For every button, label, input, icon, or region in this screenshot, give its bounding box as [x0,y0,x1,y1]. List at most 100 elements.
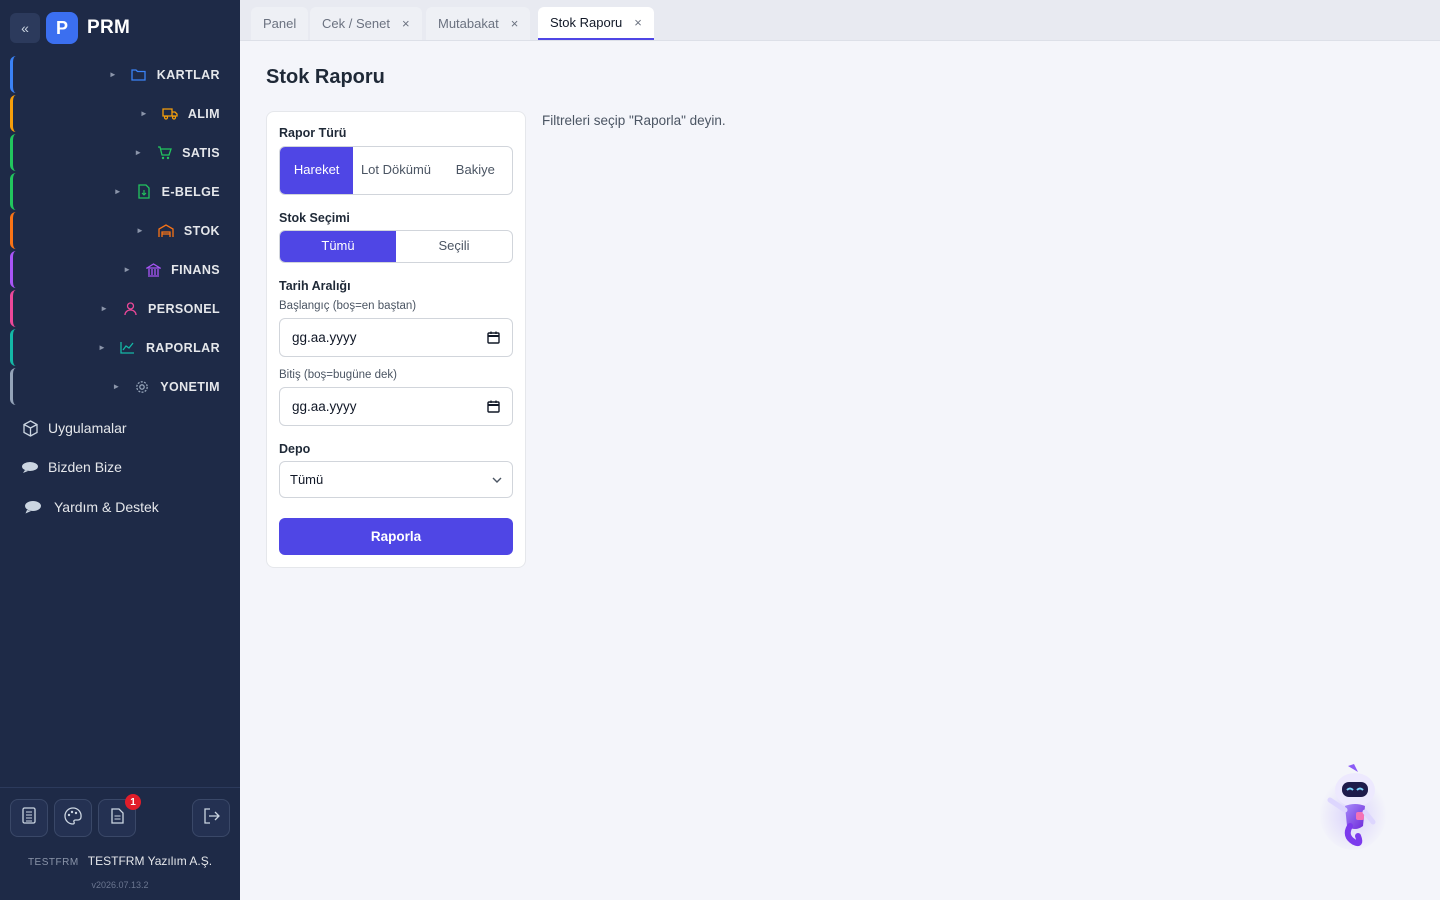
tab-cek-senet[interactable]: Cek / Senet × [310,7,422,40]
nav-label: KARTLAR [156,67,220,82]
app-name: PRM [87,17,131,38]
caret-right-icon: ► [112,382,121,391]
report-type-bakiye[interactable]: Bakiye [439,147,512,194]
stock-selection-tumu[interactable]: Tümü [280,231,396,262]
nav-item-bizden-bize[interactable]: Bizden Bize [20,457,230,477]
report-type-label: Rapor Türü [279,126,347,140]
stock-selection-segmented: Tümü Seçili [279,230,513,263]
caret-right-icon: ► [113,187,122,196]
tab-bar: Panel Cek / Senet × Mutabakat × Stok Rap… [240,0,1440,41]
cart-icon [156,145,172,161]
company-info: TESTFRM TESTFRM Yazılım A.Ş. [0,854,240,868]
sidebar-footer: 1 TESTFRM TESTFRM Yazılım A.Ş. v2026.07.… [0,787,240,890]
tab-label: Stok Raporu [550,15,623,30]
caret-right-icon: ► [100,304,109,313]
company-code: TESTFRM [27,857,79,868]
close-icon[interactable]: × [634,15,642,30]
nav-item-finans[interactable]: ► FINANS [10,251,232,288]
nav-label: YONETIM [160,379,220,394]
nav-item-personel[interactable]: ► PERSONEL [10,290,232,327]
nav-item-stok[interactable]: ► STOK [10,212,232,249]
notification-badge: 1 [125,794,141,810]
theme-button[interactable] [54,799,92,837]
start-date-input[interactable]: gg.aa.yyyy [279,318,513,357]
warehouse-label: Depo [279,442,311,456]
folder-icon [131,67,147,83]
nav-label: FINANS [171,262,220,277]
palette-icon [64,806,82,830]
warehouse-select[interactable]: Tümü [279,461,513,498]
end-date-label: Bitiş (boş=bugüne dek) [279,369,397,381]
caret-right-icon: ► [98,343,106,352]
caret-right-icon: ► [108,70,117,79]
chevron-down-icon [492,477,502,483]
date-range-label: Tarih Aralığı [279,279,351,293]
end-date-input[interactable]: gg.aa.yyyy [279,387,513,426]
bank-icon [145,262,161,278]
end-date-placeholder: gg.aa.yyyy [292,399,357,414]
logout-button[interactable] [192,799,230,837]
tab-label: Cek / Senet [322,16,390,31]
tab-label: Panel [263,16,297,31]
nav-label: Yardım & Destek [54,499,159,515]
close-icon[interactable]: × [511,16,519,31]
stock-selection-secili[interactable]: Seçili [396,231,512,262]
nav-label: E-BELGE [161,184,220,199]
chart-icon [120,340,136,356]
report-type-lot-dokumu[interactable]: Lot Dökümü [353,147,438,194]
nav-item-yardim-destek[interactable]: Yardım & Destek [20,497,230,517]
nav-item-satis[interactable]: ► SATIS [10,134,232,171]
notifications-button[interactable]: 1 [98,794,141,837]
filter-panel: Rapor Türü Hareket Lot Dökümü Bakiye Sto… [266,111,526,568]
cube-icon [20,419,40,437]
caret-right-icon: ► [135,226,144,235]
empty-state-hint: Filtreleri seçip "Raporla" deyin. [542,113,726,128]
nav-label: ALIM [187,106,220,121]
calendar-icon[interactable] [487,400,500,413]
ledger-button[interactable] [10,799,48,837]
nav-item-kartlar[interactable]: ► KARTLAR [10,56,232,93]
chat-icon [20,458,40,476]
assistant-robot[interactable] [1318,760,1388,852]
start-date-label: Başlangıç (boş=en baştan) [279,300,417,312]
stock-selection-label: Stok Seçimi [279,211,350,225]
truck-icon [162,106,178,122]
warehouse-icon [158,223,174,239]
tab-panel[interactable]: Panel [251,7,309,40]
nav-item-alim[interactable]: ► ALIM [10,95,232,132]
start-date-placeholder: gg.aa.yyyy [292,330,357,345]
file-icon [110,807,124,829]
sidebar: « P PRM ► KARTLAR ► ALIM ► SATIS ► E-BEL… [0,0,240,900]
nav-item-yonetim[interactable]: ► YONETIM [10,368,232,405]
caret-right-icon: ► [123,265,132,274]
nav-label: Uygulamalar [48,420,127,436]
ledger-icon [22,807,36,829]
close-icon[interactable]: × [402,16,410,31]
brand: « P PRM [10,12,130,44]
nav-item-uygulamalar[interactable]: Uygulamalar [20,418,230,438]
calendar-icon[interactable] [487,331,500,344]
collapse-sidebar-button[interactable]: « [10,13,40,43]
nav-item-raporlar[interactable]: ► RAPORLAR [10,329,232,366]
app-version: v2026.07.13.2 [91,880,149,890]
report-type-hareket[interactable]: Hareket [280,147,354,194]
main-nav: ► KARTLAR ► ALIM ► SATIS ► E-BELGE ► STO… [10,56,232,407]
caret-right-icon: ► [134,148,143,157]
nav-item-e-belge[interactable]: ► E-BELGE [10,173,232,210]
report-type-segmented: Hareket Lot Dökümü Bakiye [279,146,513,195]
report-button[interactable]: Raporla [279,518,513,555]
tab-stok-raporu[interactable]: Stok Raporu × [538,7,654,40]
warehouse-selected-value: Tümü [290,472,324,487]
app-logo: P [46,12,78,44]
nav-label: RAPORLAR [145,340,220,355]
page-title: Stok Raporu [266,66,385,88]
caret-right-icon: ► [139,109,148,118]
nav-label: SATIS [182,145,220,160]
logout-icon [203,807,220,829]
nav-label: PERSONEL [148,301,220,316]
tab-mutabakat[interactable]: Mutabakat × [426,7,531,40]
gear-icon [134,379,150,395]
document-icon [136,184,152,200]
person-icon [122,301,138,317]
company-name: TESTFRM Yazılım A.Ş. [87,854,213,868]
